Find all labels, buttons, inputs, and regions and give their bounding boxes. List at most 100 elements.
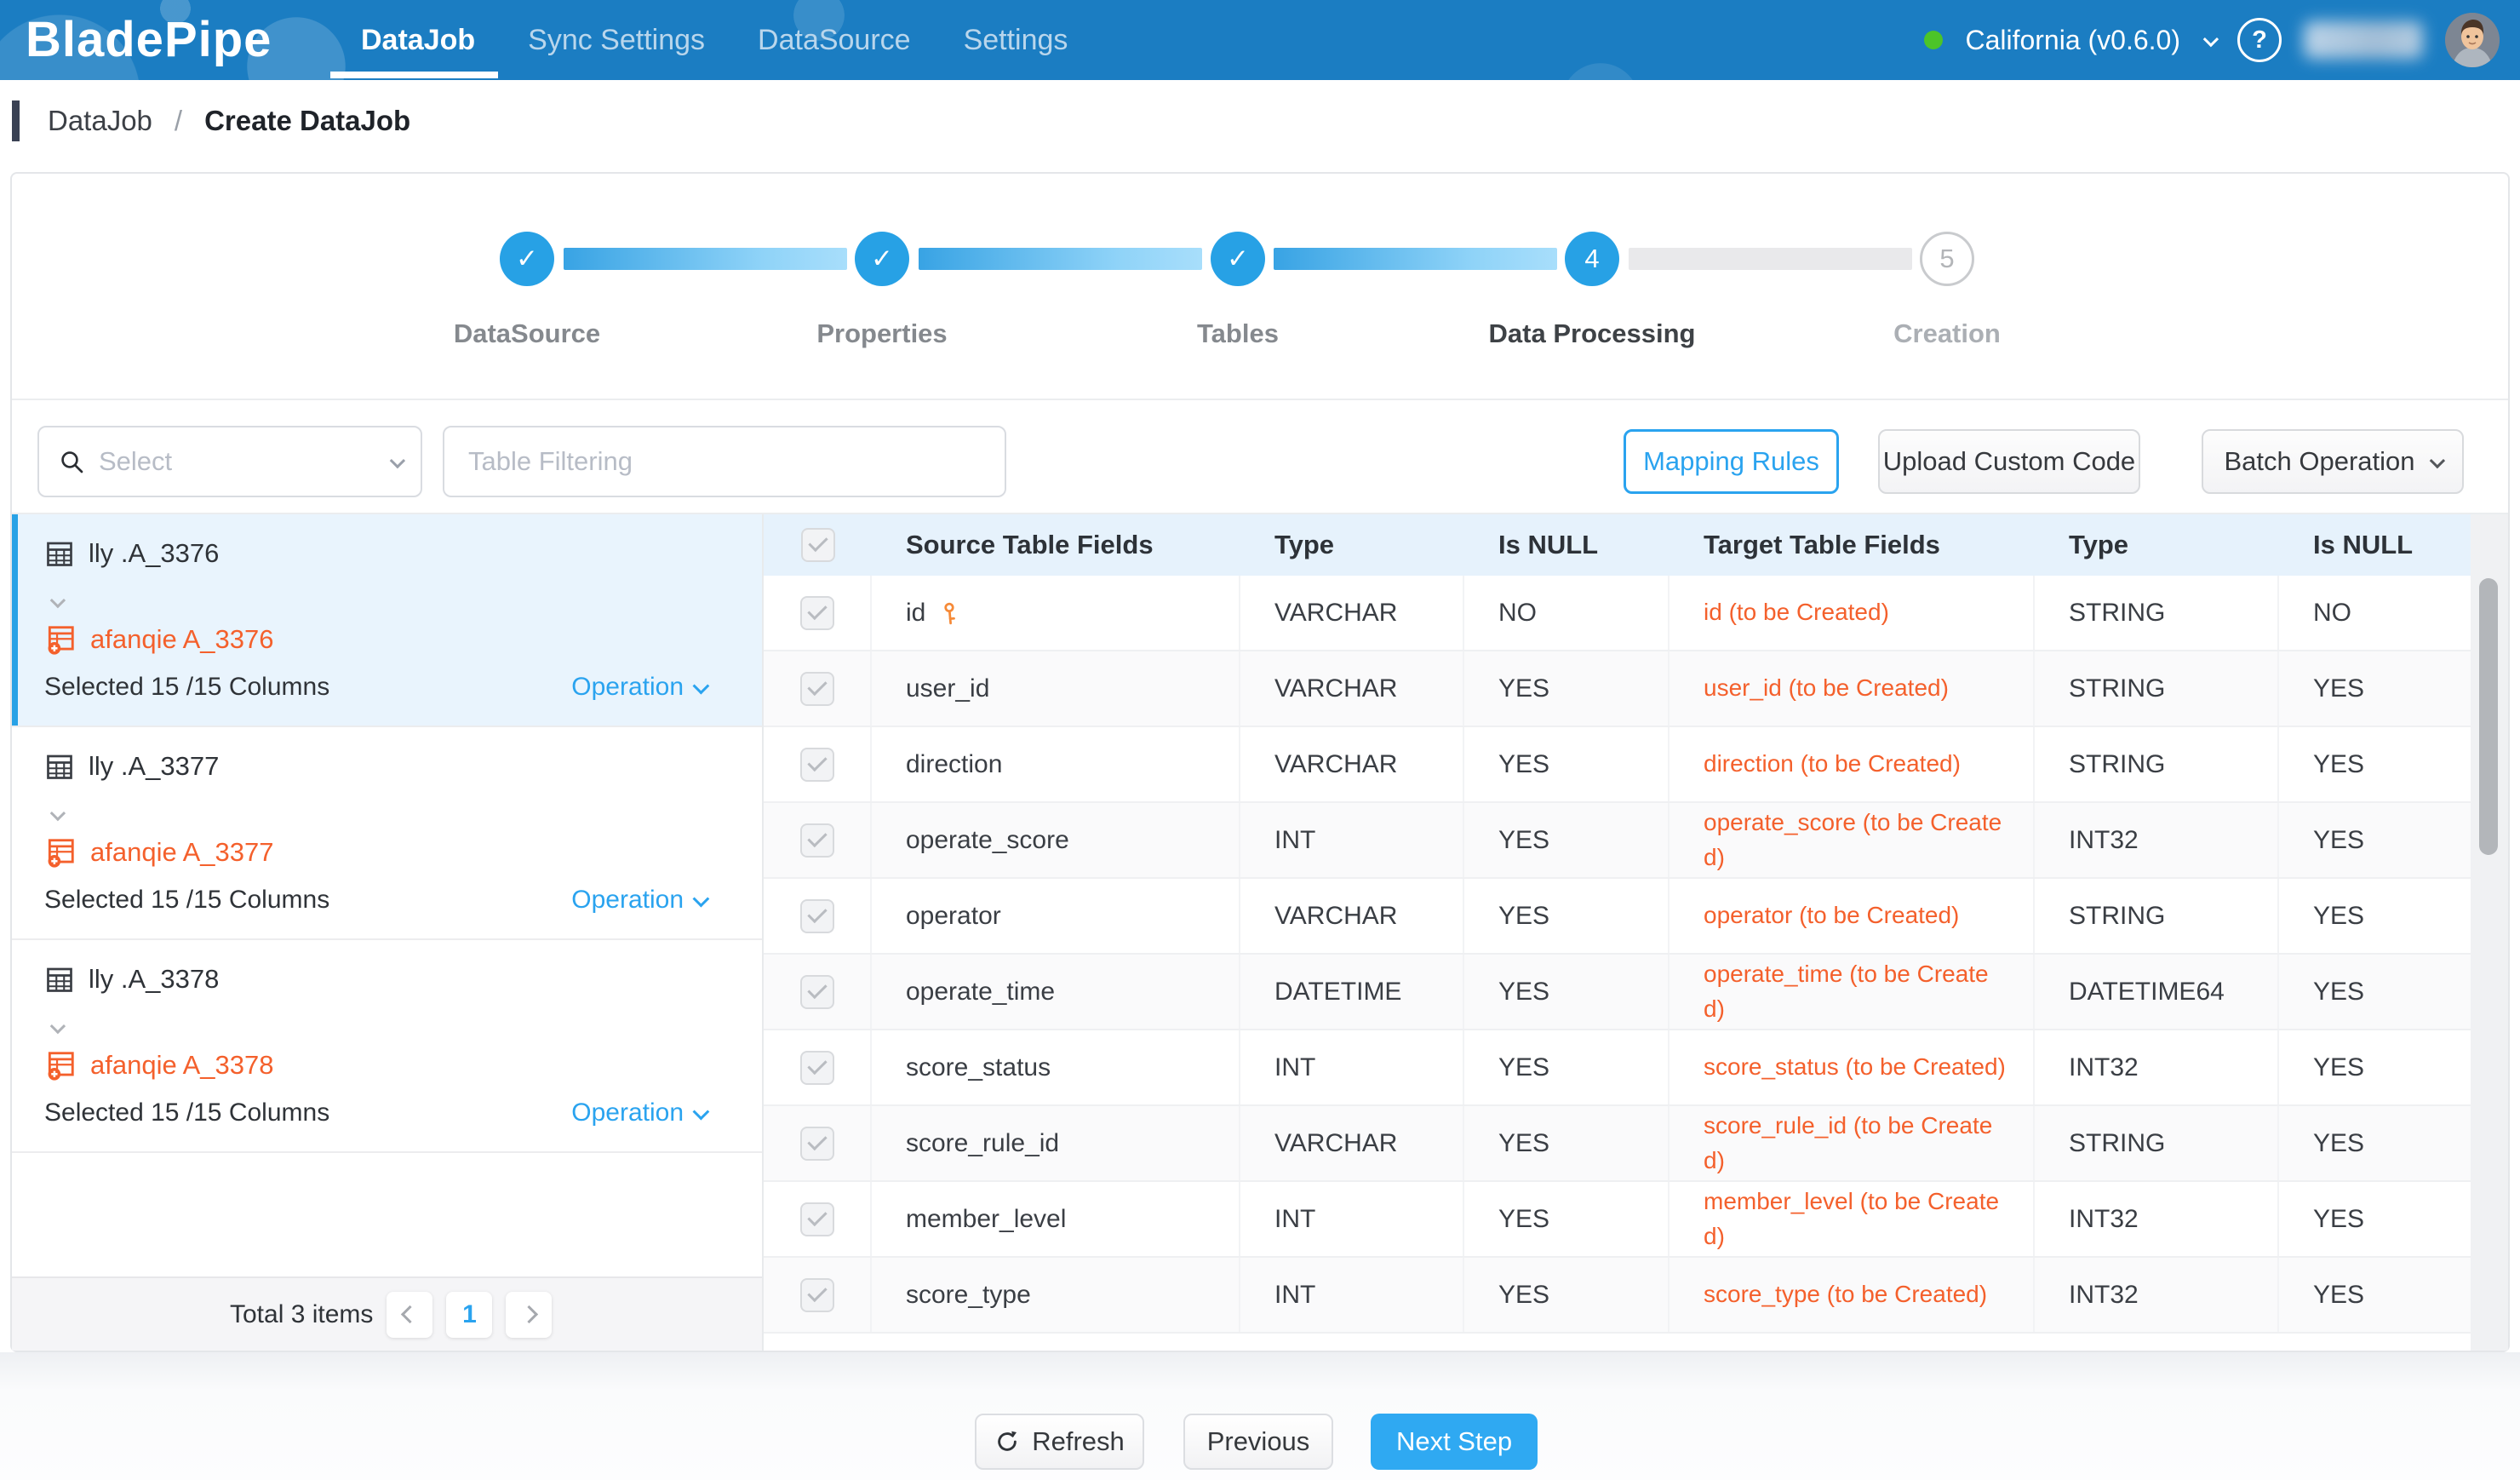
- target-field-type: INT32: [2035, 1030, 2279, 1104]
- mapping-rules-button[interactable]: Mapping Rules: [1624, 429, 1839, 494]
- source-field-name: score_rule_id: [906, 1129, 1059, 1158]
- chevron-down-icon[interactable]: [50, 593, 66, 608]
- header-target-fields: Target Table Fields: [1670, 526, 2035, 565]
- table-row: score_status INT YES score_sta: [764, 1030, 2471, 1106]
- row-checkbox[interactable]: [800, 1051, 834, 1085]
- chevron-down-icon: [693, 678, 710, 695]
- chevron-down-icon[interactable]: [50, 1018, 66, 1034]
- row-checkbox[interactable]: [800, 1127, 834, 1161]
- field-mapping-table: Source Table Fields Type Is NULL Target …: [764, 514, 2471, 1351]
- breadcrumb-accent-bar: [12, 100, 20, 141]
- select-all-checkbox[interactable]: [801, 528, 835, 562]
- source-field-isnull: YES: [1464, 1182, 1670, 1256]
- previous-button[interactable]: Previous: [1183, 1414, 1333, 1470]
- operation-dropdown-link[interactable]: Operation: [571, 673, 706, 702]
- batch-operation-button[interactable]: Batch Operation: [2202, 429, 2464, 494]
- target-field-isnull: YES: [2279, 1182, 2471, 1256]
- target-table-name: afanqie A_3377: [90, 837, 274, 868]
- next-step-button[interactable]: Next Step: [1371, 1414, 1538, 1470]
- table-pair-item[interactable]: lly .A_3377 afanqie A_33: [12, 727, 762, 940]
- chevron-down-icon[interactable]: [2203, 31, 2219, 46]
- nav-tabs: DataJob Sync Settings DataSource Settings: [361, 0, 1068, 80]
- table-select-dropdown[interactable]: Select: [37, 426, 422, 497]
- chevron-down-icon: [693, 1104, 710, 1121]
- row-checkbox[interactable]: [800, 672, 834, 706]
- header-target-type: Type: [2035, 530, 2279, 560]
- refresh-button[interactable]: Refresh: [975, 1414, 1144, 1470]
- pagination-prev-button[interactable]: [387, 1292, 432, 1338]
- help-icon[interactable]: ?: [2237, 18, 2282, 62]
- source-field-isnull: YES: [1464, 651, 1670, 726]
- source-field-type: VARCHAR: [1240, 651, 1464, 726]
- source-field-name: direction: [906, 750, 1002, 779]
- source-field-isnull: YES: [1464, 1030, 1670, 1104]
- primary-key-icon: [937, 600, 963, 626]
- target-field-type: INT32: [2035, 803, 2279, 877]
- target-field-type: INT32: [2035, 1258, 2279, 1332]
- target-field-isnull: YES: [2279, 651, 2471, 726]
- source-field-type: INT: [1240, 1182, 1464, 1256]
- source-field-isnull: YES: [1464, 803, 1670, 877]
- row-checkbox[interactable]: [800, 596, 834, 630]
- target-field-isnull: YES: [2279, 1106, 2471, 1180]
- source-field-name: member_level: [906, 1205, 1066, 1234]
- table-scrollbar: [2471, 514, 2508, 1351]
- page: BladePipe DataJobSync SettingsDataSource…: [0, 0, 2520, 1480]
- source-field-isnull: NO: [1464, 576, 1670, 650]
- nav-tab[interactable]: DataSource: [758, 24, 911, 57]
- row-checkbox[interactable]: [800, 975, 834, 1009]
- status-dot-icon: [1924, 31, 1943, 49]
- breadcrumb-parent[interactable]: DataJob: [48, 105, 152, 137]
- pagination-page-button[interactable]: 1: [446, 1292, 492, 1338]
- target-field-name: score_rule_id (to be Created): [1670, 1106, 2035, 1180]
- scrollbar-thumb[interactable]: [2479, 578, 2498, 855]
- row-checkbox[interactable]: [800, 899, 834, 933]
- table-pair-list: lly .A_3376 afanqie A_33: [12, 514, 762, 1351]
- environment-label[interactable]: California (v0.6.0): [1965, 25, 2180, 56]
- selected-columns-count: Selected 15 /15 Columns: [44, 886, 329, 915]
- left-panel-pagination: Total 3 items 1: [12, 1276, 762, 1351]
- nav-tab[interactable]: Settings: [964, 24, 1068, 57]
- avatar[interactable]: [2445, 13, 2500, 67]
- divider: [12, 399, 2508, 400]
- source-field-name: id: [906, 599, 925, 628]
- step-check-icon: ✓: [1211, 232, 1265, 286]
- top-navbar: BladePipe DataJobSync SettingsDataSource…: [0, 0, 2520, 80]
- target-field-name: score_status (to be Created): [1670, 1030, 2035, 1104]
- row-checkbox[interactable]: [800, 1202, 834, 1236]
- table-row: score_type INT YES score_type: [764, 1258, 2471, 1334]
- source-field-name: score_status: [906, 1053, 1051, 1082]
- target-field-isnull: YES: [2279, 1030, 2471, 1104]
- target-field-type: INT32: [2035, 1182, 2279, 1256]
- table-row: score_rule_id VARCHAR YES scor: [764, 1106, 2471, 1182]
- chevron-left-icon: [401, 1305, 419, 1323]
- select-placeholder: Select: [99, 446, 377, 477]
- step-check-icon: ✓: [855, 232, 909, 286]
- source-field-name: operator: [906, 902, 1001, 931]
- header-source-type: Type: [1240, 530, 1464, 560]
- chevron-down-icon[interactable]: [50, 806, 66, 821]
- table-pair-item[interactable]: lly .A_3378 afanqie A_33: [12, 940, 762, 1153]
- source-field-type: VARCHAR: [1240, 727, 1464, 801]
- operation-dropdown-link[interactable]: Operation: [571, 886, 706, 915]
- row-checkbox[interactable]: [800, 1278, 834, 1312]
- target-field-type: STRING: [2035, 727, 2279, 801]
- nav-tab[interactable]: DataJob: [361, 24, 475, 57]
- table-filter-input[interactable]: [444, 427, 1005, 496]
- target-table-new-icon: [44, 836, 77, 869]
- chevron-down-icon: [390, 452, 405, 468]
- source-field-name: operate_score: [906, 826, 1069, 855]
- nav-tab[interactable]: Sync Settings: [528, 24, 705, 57]
- operation-dropdown-link[interactable]: Operation: [571, 1099, 706, 1127]
- target-field-name: direction (to be Created): [1670, 727, 2035, 801]
- target-field-name: id (to be Created): [1670, 576, 2035, 650]
- table-pair-item[interactable]: lly .A_3376 afanqie A_33: [12, 514, 762, 727]
- header-source-fields: Source Table Fields: [872, 530, 1240, 560]
- upload-custom-code-button[interactable]: Upload Custom Code: [1878, 429, 2140, 494]
- pagination-next-button[interactable]: [506, 1292, 552, 1338]
- table-row: operator VARCHAR YES operator: [764, 879, 2471, 955]
- row-checkbox[interactable]: [800, 823, 834, 858]
- source-field-type: INT: [1240, 1030, 1464, 1104]
- row-checkbox[interactable]: [800, 748, 834, 782]
- chevron-right-icon: [520, 1305, 538, 1323]
